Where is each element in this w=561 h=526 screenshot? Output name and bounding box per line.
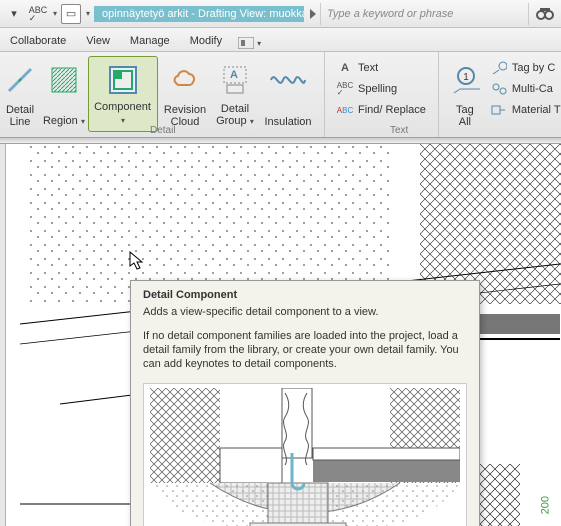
ribbon-tabs: Collaborate View Manage Modify ▾	[0, 28, 561, 52]
qat-spell-toggle[interactable]: ABC✓	[28, 4, 48, 24]
spelling-button[interactable]: ABC✓ Spelling	[337, 81, 426, 97]
multi-category-label: Multi-Ca	[512, 83, 553, 95]
region-button[interactable]: Region ▾	[40, 56, 88, 132]
component-button[interactable]: Component ▾	[88, 56, 158, 132]
tooltip-subtitle: Adds a view-specific detail component to…	[131, 303, 479, 327]
tab-manage[interactable]: Manage	[120, 31, 180, 51]
spelling-icon: ABC✓	[337, 81, 353, 97]
title-bar: ▾ ABC✓ ▾ ▭ ▾ opinnäytetyö arkit - Drafti…	[0, 0, 561, 28]
group-label-text: Text	[390, 125, 408, 136]
detail-group-icon: A	[218, 60, 252, 100]
tag-by-category-label: Tag by C	[512, 62, 555, 74]
multi-category-button[interactable]: Multi-Ca	[491, 81, 561, 97]
insulation-label: Insulation	[264, 114, 311, 128]
material-tag-icon	[491, 102, 507, 118]
material-tag-label: Material T	[512, 104, 561, 116]
tag-by-category-button[interactable]: Tag by C	[491, 60, 561, 76]
tag-all-label: Tag All	[456, 102, 474, 128]
find-replace-label: Find/ Replace	[358, 104, 426, 116]
region-label: Region ▾	[43, 113, 85, 128]
qat-dropdown-icon[interactable]: ▾	[53, 9, 57, 18]
revision-cloud-icon	[168, 60, 202, 100]
svg-text:1: 1	[463, 72, 469, 83]
qat-custom-btn[interactable]: ▭	[61, 4, 81, 24]
tab-collaborate[interactable]: Collaborate	[0, 31, 76, 51]
ribbon: Detail Line Region ▾ Component ▾ Revisio…	[0, 52, 561, 138]
detail-group-button[interactable]: A Detail Group ▾	[212, 56, 258, 132]
tag-icon	[491, 60, 507, 76]
search-icon[interactable]	[533, 7, 557, 21]
tag-all-button[interactable]: 1 Tag All	[445, 56, 485, 132]
find-replace-button[interactable]: ABC Find/ Replace	[337, 102, 426, 118]
multi-category-icon	[491, 81, 507, 97]
detail-line-button[interactable]: Detail Line	[0, 56, 40, 132]
help-search-input[interactable]: Type a keyword or phrase	[320, 3, 529, 25]
component-label: Component ▾	[91, 99, 155, 127]
dimension-text: 200	[539, 496, 551, 514]
tag-all-icon: 1	[450, 60, 480, 100]
qat-dropdown-icon-2[interactable]: ▾	[86, 9, 90, 18]
spelling-label: Spelling	[358, 83, 397, 95]
component-icon	[106, 61, 140, 99]
svg-text:A: A	[230, 69, 238, 81]
group-label-detail: Detail	[150, 125, 176, 136]
tab-extra-panel[interactable]: ▾	[232, 35, 267, 51]
insulation-icon	[269, 60, 307, 100]
find-replace-icon: ABC	[337, 102, 353, 118]
drafting-canvas[interactable]: Detail Component Adds a view-specific de…	[0, 144, 561, 526]
detail-line-icon	[5, 60, 35, 100]
qat-undo-history-icon[interactable]: ▾	[4, 4, 24, 24]
detail-group-label: Detail Group ▾	[216, 101, 254, 128]
insulation-button[interactable]: Insulation	[258, 56, 318, 132]
tooltip: Detail Component Adds a view-specific de…	[130, 280, 480, 526]
text-label: Text	[358, 62, 378, 74]
detail-line-label: Detail Line	[6, 102, 34, 128]
document-title: opinnäytetyö arkit - Drafting View: muok…	[94, 6, 304, 22]
revision-cloud-button[interactable]: Revision Cloud	[158, 56, 212, 132]
tab-modify[interactable]: Modify	[180, 31, 232, 51]
material-tag-button[interactable]: Material T	[491, 102, 561, 118]
title-overflow-icon[interactable]	[310, 9, 316, 19]
region-icon	[49, 60, 79, 100]
tooltip-image	[143, 383, 467, 526]
tooltip-title: Detail Component	[131, 281, 479, 303]
tab-view[interactable]: View	[76, 31, 120, 51]
text-button[interactable]: A Text	[337, 60, 426, 76]
tooltip-description: If no detail component families are load…	[131, 327, 479, 379]
text-icon: A	[337, 60, 353, 76]
